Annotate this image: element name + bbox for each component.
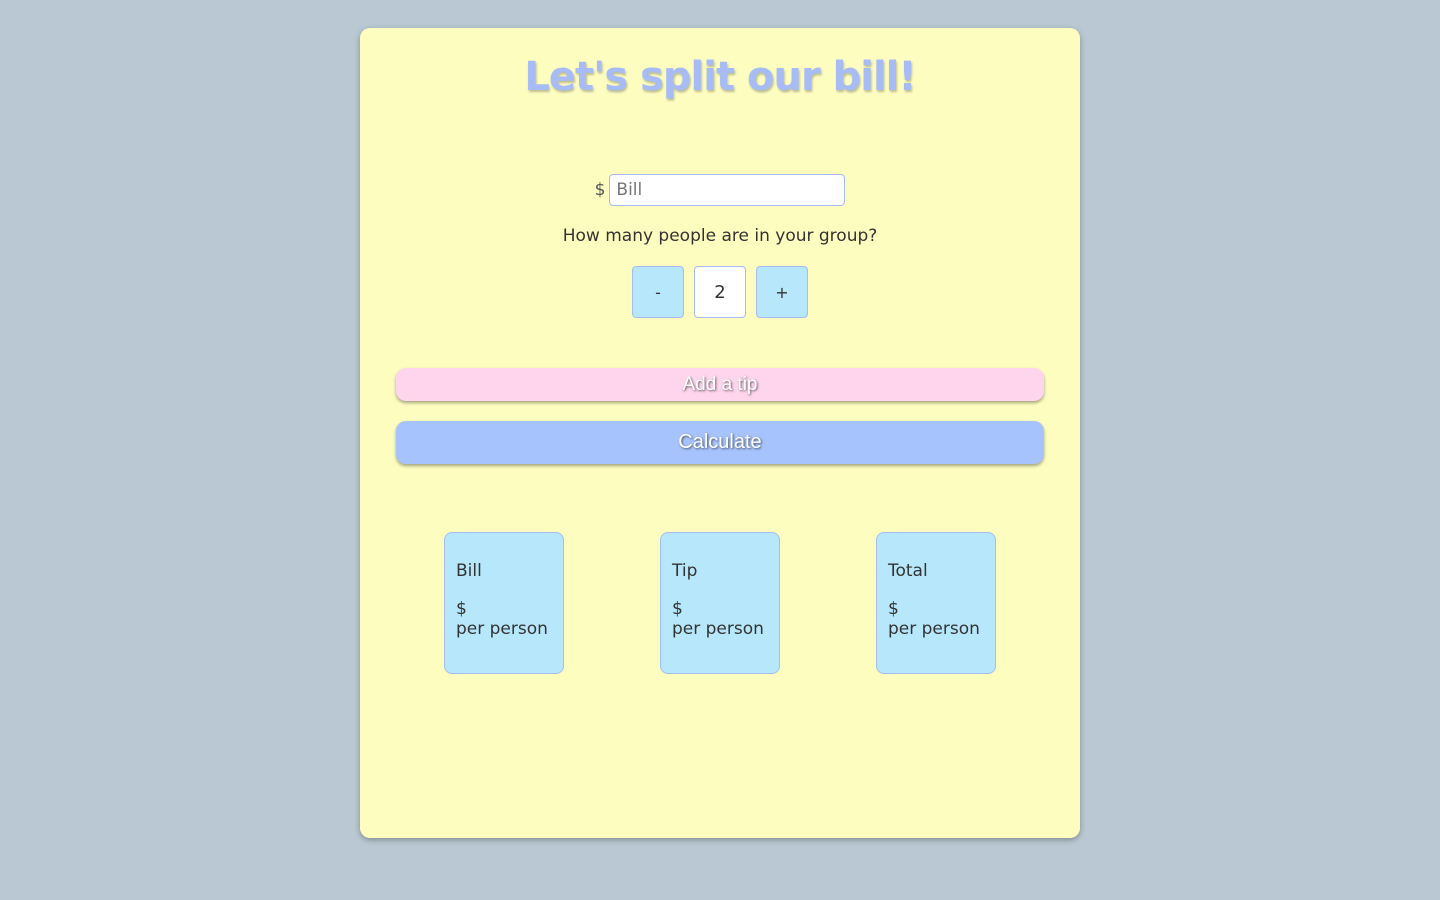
currency-label: $ bbox=[594, 180, 606, 200]
page-title: Let's split our bill! bbox=[524, 54, 916, 100]
result-card-tip: Tip $ per person bbox=[660, 532, 780, 674]
people-count[interactable]: 2 bbox=[694, 266, 746, 318]
result-unit: per person bbox=[456, 619, 548, 639]
result-card-bill: Bill $ per person bbox=[444, 532, 564, 674]
people-stepper: - 2 + bbox=[360, 266, 1080, 318]
result-unit: per person bbox=[672, 619, 764, 639]
results: Bill $ per person Tip $ per person Total… bbox=[444, 532, 996, 674]
result-card-total: Total $ per person bbox=[876, 532, 996, 674]
result-label: Bill bbox=[456, 561, 482, 581]
bill-input[interactable] bbox=[609, 174, 846, 206]
decrement-button[interactable]: - bbox=[632, 266, 684, 318]
people-question: How many people are in your group? bbox=[562, 226, 878, 246]
bill-splitter-card: Let's split our bill! $ How many people … bbox=[360, 28, 1080, 838]
result-amount: $ bbox=[456, 599, 467, 619]
calculate-button[interactable]: Calculate bbox=[396, 421, 1044, 464]
result-label: Total bbox=[888, 561, 928, 581]
result-label: Tip bbox=[672, 561, 698, 581]
result-unit: per person bbox=[888, 619, 980, 639]
result-amount: $ bbox=[888, 599, 899, 619]
bill-row: $ bbox=[360, 174, 1080, 206]
increment-button[interactable]: + bbox=[756, 266, 808, 318]
result-amount: $ bbox=[672, 599, 683, 619]
add-tip-button[interactable]: Add a tip bbox=[396, 368, 1044, 401]
